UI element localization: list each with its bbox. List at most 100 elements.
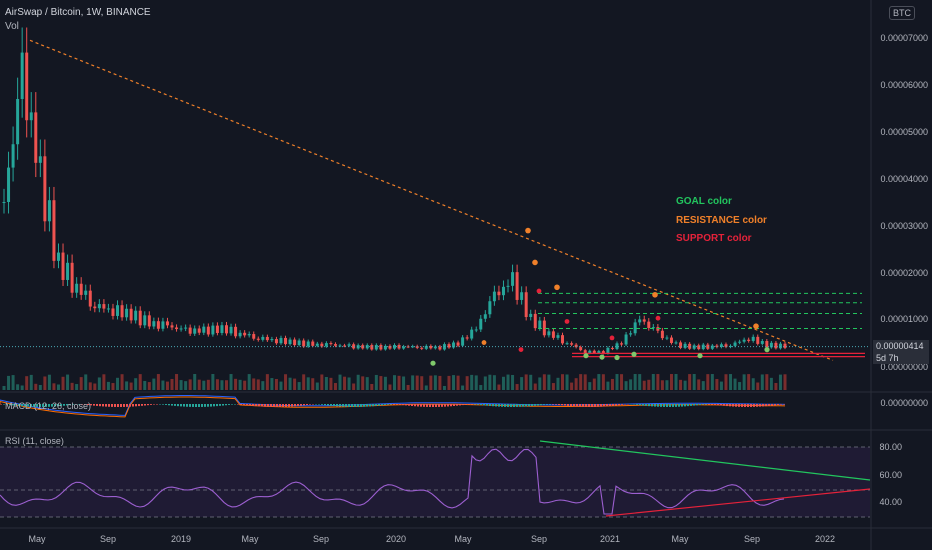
candle-body xyxy=(279,337,283,344)
volume-bar xyxy=(420,376,424,390)
volume-bar xyxy=(729,374,733,390)
volume-bar xyxy=(383,376,387,390)
volume-bar xyxy=(111,383,115,390)
candle-body xyxy=(538,320,542,329)
macd-histogram-bar xyxy=(459,404,461,406)
macd-histogram-bar xyxy=(276,404,278,407)
volume-bar xyxy=(606,381,610,390)
candle-body xyxy=(25,52,29,121)
time-tick: Sep xyxy=(530,534,548,544)
candle-body xyxy=(143,315,147,326)
candle-body xyxy=(311,341,315,346)
volume-bar xyxy=(229,374,233,390)
macd-histogram-bar xyxy=(195,404,197,407)
macd-histogram-bar xyxy=(519,404,521,407)
volume-bar xyxy=(511,374,515,390)
volume-bar xyxy=(592,378,596,390)
macd-histogram-bar xyxy=(582,404,584,407)
macd-histogram-bar xyxy=(423,404,425,407)
goal-marker xyxy=(599,354,605,360)
candle-body xyxy=(529,313,533,318)
macd-histogram-bar xyxy=(717,404,719,406)
candle-body xyxy=(520,292,524,300)
candle-body xyxy=(738,341,742,343)
macd-histogram-bar xyxy=(555,404,557,405)
volume-bar xyxy=(674,374,678,390)
macd-histogram-bar xyxy=(477,404,479,405)
price-chart-svg[interactable] xyxy=(0,0,932,550)
macd-histogram-bar xyxy=(495,404,497,407)
volume-bar xyxy=(243,380,247,390)
goal-marker xyxy=(764,347,770,353)
macd-histogram-bar xyxy=(753,404,755,407)
candle-body xyxy=(733,342,737,346)
volume-bar xyxy=(433,375,437,390)
candle-body xyxy=(333,344,337,346)
resistance-marker xyxy=(525,227,531,234)
volume-bar xyxy=(492,375,496,390)
macd-histogram-bar xyxy=(696,404,698,406)
resistance-marker xyxy=(532,259,538,266)
candle-body xyxy=(742,339,746,342)
volume-bar xyxy=(474,375,478,390)
candle-body xyxy=(315,343,319,346)
macd-histogram-bar xyxy=(180,404,182,407)
macd-histogram-bar xyxy=(726,404,728,407)
candle-body xyxy=(125,308,129,318)
candle-body xyxy=(215,325,219,333)
macd-histogram-bar xyxy=(333,404,335,407)
volume-bar xyxy=(88,382,92,390)
macd-histogram-bar xyxy=(783,404,785,405)
volume-bar xyxy=(579,374,583,390)
candle-body xyxy=(533,313,537,329)
volume-bar xyxy=(456,375,460,390)
volume-bar xyxy=(302,374,306,390)
goal-marker xyxy=(697,353,703,359)
macd-histogram-bar xyxy=(564,404,566,406)
volume-bar xyxy=(379,376,383,390)
candle-body xyxy=(61,252,65,280)
macd-histogram-bar xyxy=(699,404,701,405)
volume-bar xyxy=(138,374,142,390)
candle-body xyxy=(324,343,328,347)
macd-histogram-bar xyxy=(462,404,464,406)
macd-histogram-bar xyxy=(354,404,356,407)
volume-bar xyxy=(66,374,70,390)
macd-histogram-bar xyxy=(300,404,302,406)
volume-bar xyxy=(170,378,174,390)
volume-bar xyxy=(29,374,33,390)
macd-histogram-bar xyxy=(249,404,251,406)
candle-body xyxy=(297,340,301,346)
support-marker xyxy=(564,319,570,324)
macd-histogram-bar xyxy=(312,404,314,405)
volume-bar xyxy=(570,382,574,390)
candle-body xyxy=(229,326,233,334)
candle-body xyxy=(11,144,15,168)
candle-body xyxy=(774,342,778,349)
macd-histogram-bar xyxy=(324,404,326,406)
candle-body xyxy=(193,328,197,334)
macd-histogram-bar xyxy=(669,404,671,407)
volume-bar xyxy=(188,379,192,390)
macd-histogram-bar xyxy=(480,404,482,406)
volume-bar xyxy=(447,375,451,390)
macd-histogram-bar xyxy=(369,404,371,407)
macd-histogram-bar xyxy=(267,404,269,407)
macd-histogram-bar xyxy=(531,404,533,407)
candle-body xyxy=(175,327,179,330)
volume-bar xyxy=(406,384,410,390)
volume-bar xyxy=(374,374,378,390)
volume-bar xyxy=(34,383,38,390)
macd-histogram-bar xyxy=(612,404,614,406)
macd-histogram-bar xyxy=(456,404,458,406)
volume-bar xyxy=(561,374,565,390)
macd-histogram-bar xyxy=(0,404,2,405)
support-marker xyxy=(655,315,661,321)
price-tick: 0.00003000 xyxy=(880,221,928,231)
macd-histogram-bar xyxy=(399,404,401,405)
macd-histogram-bar xyxy=(450,404,452,407)
volume-bar xyxy=(692,374,696,390)
time-tick: May xyxy=(671,534,689,544)
volume-bar xyxy=(438,375,442,390)
time-tick: May xyxy=(241,534,259,544)
